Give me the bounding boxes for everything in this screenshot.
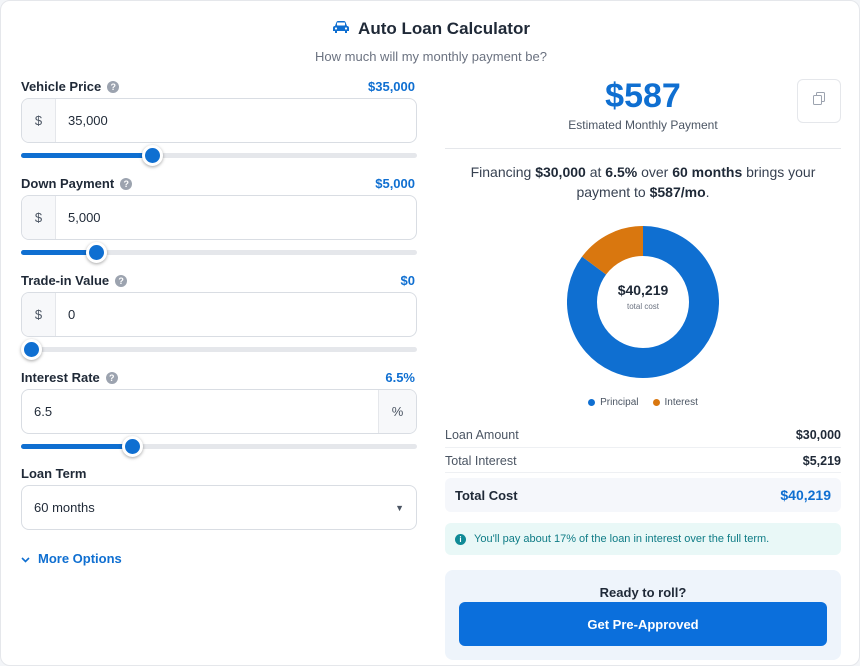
loan-amount-row: Loan Amount $30,000: [445, 428, 841, 442]
row-divider: [445, 472, 841, 473]
total-interest-row: Total Interest $5,219: [445, 454, 841, 468]
copy-button[interactable]: [797, 79, 841, 123]
cta-panel: Ready to roll? Get Pre-Approved: [445, 570, 841, 660]
slider-thumb[interactable]: [121, 436, 143, 457]
loan-amount-value: $30,000: [795, 428, 841, 442]
page-title: Auto Loan Calculator: [358, 19, 530, 38]
cost-donut-chart: $40,219 total cost: [567, 226, 719, 378]
summary-text: .: [705, 184, 710, 200]
trade-in-label-text: Trade-in Value: [21, 273, 110, 288]
slider-thumb[interactable]: [141, 145, 163, 166]
interest-rate-label-text: Interest Rate: [21, 370, 100, 385]
donut-slice-interest: [582, 226, 644, 276]
interest-rate-slider[interactable]: [21, 436, 417, 457]
total-cost-row: Total Cost $40,219: [445, 478, 841, 512]
chevron-down-icon: [21, 551, 30, 566]
more-options-toggle[interactable]: More Options: [21, 551, 122, 566]
help-icon[interactable]: ?: [120, 177, 133, 190]
trade-in-label: Trade-in Value ?: [21, 273, 128, 288]
slider-fill: [21, 153, 152, 158]
total-interest-value: $5,219: [802, 454, 841, 468]
total-cost-value: $40,219: [780, 487, 831, 503]
loan-term-select[interactable]: 60 months ▼: [21, 485, 417, 530]
summary-text: Financing: [470, 164, 536, 180]
donut-sub-label: total cost: [626, 302, 659, 311]
summary-payment: $587/mo: [649, 184, 706, 200]
help-icon[interactable]: ?: [107, 80, 120, 93]
vehicle-price-label-text: Vehicle Price: [21, 79, 102, 94]
header: Auto Loan Calculator How much will my mo…: [1, 19, 860, 64]
legend-label: Principal: [600, 397, 639, 408]
row-divider: [445, 447, 841, 448]
legend-item-interest: Interest: [652, 397, 698, 408]
interest-info-banner: i You'll pay about 17% of the loan in in…: [445, 523, 841, 555]
trade-in-slider[interactable]: [21, 339, 417, 360]
slider-thumb[interactable]: [86, 242, 108, 263]
total-interest-label: Total Interest: [445, 454, 517, 468]
summary-text: over: [637, 164, 673, 180]
summary-rate: 6.5%: [605, 164, 638, 180]
slider-fill: [21, 250, 97, 255]
calculator-card: Auto Loan Calculator How much will my mo…: [0, 0, 860, 666]
monthly-payment-caption: Estimated Monthly Payment: [568, 118, 718, 132]
trade-in-input[interactable]: $ 0: [21, 292, 417, 337]
monthly-payment: $587: [605, 77, 681, 115]
loan-term-label: Loan Term: [21, 466, 87, 481]
interest-rate-value: 6.5%: [385, 370, 415, 385]
loan-term-label-text: Loan Term: [21, 466, 87, 481]
donut-total: $40,219: [617, 282, 669, 298]
vehicle-price-input[interactable]: $ 35,000: [21, 98, 417, 143]
info-icon: i: [455, 533, 466, 545]
get-pre-approved-button[interactable]: Get Pre-Approved: [459, 602, 827, 646]
summary-amount: $30,000: [535, 164, 586, 180]
trade-in-value: $0: [400, 273, 415, 288]
info-text: You'll pay about 17% of the loan in inte…: [474, 533, 770, 545]
caret-down-icon: ▼: [395, 502, 404, 513]
summary-term: 60 months: [672, 164, 743, 180]
down-payment-input-value[interactable]: 5,000: [56, 196, 416, 239]
divider: [445, 148, 841, 149]
down-payment-input[interactable]: $ 5,000: [21, 195, 417, 240]
financing-summary: Financing $30,000 at 6.5% over 60 months…: [457, 162, 829, 202]
trade-in-input-value[interactable]: 0: [56, 293, 416, 336]
vehicle-price-value: $35,000: [368, 79, 415, 94]
total-cost-label: Total Cost: [455, 487, 518, 503]
vehicle-price-input-value[interactable]: 35,000: [56, 99, 416, 142]
donut-center: $40,219 total cost: [567, 282, 719, 311]
slider-fill: [21, 444, 132, 449]
dollar-prefix: $: [22, 99, 56, 142]
down-payment-label: Down Payment ?: [21, 176, 133, 191]
help-icon[interactable]: ?: [115, 274, 128, 287]
percent-suffix: %: [378, 390, 416, 433]
interest-rate-input[interactable]: 6.5 %: [21, 389, 417, 434]
car-icon: [332, 20, 350, 39]
copy-icon: [813, 92, 825, 110]
legend-item-principal: Principal: [588, 397, 639, 408]
cta-title: Ready to roll?: [599, 585, 687, 600]
more-options-label: More Options: [38, 551, 122, 566]
page-subtitle: How much will my monthly payment be?: [315, 49, 547, 64]
down-payment-value: $5,000: [375, 176, 415, 191]
summary-text: at: [585, 164, 606, 180]
chart-legend: Principal Interest: [445, 397, 841, 408]
down-payment-label-text: Down Payment: [21, 176, 115, 191]
legend-dot: [588, 399, 596, 406]
loan-term-selected: 60 months: [34, 500, 95, 515]
vehicle-price-label: Vehicle Price ?: [21, 79, 120, 94]
loan-amount-label: Loan Amount: [445, 428, 519, 442]
help-icon[interactable]: ?: [105, 371, 118, 384]
vehicle-price-slider[interactable]: [21, 145, 417, 166]
interest-rate-label: Interest Rate ?: [21, 370, 118, 385]
interest-rate-input-value[interactable]: 6.5: [22, 390, 378, 433]
legend-label: Interest: [664, 397, 698, 408]
dollar-prefix: $: [22, 196, 56, 239]
dollar-prefix: $: [22, 293, 56, 336]
down-payment-slider[interactable]: [21, 242, 417, 263]
slider-thumb[interactable]: [21, 339, 42, 360]
legend-dot: [652, 399, 660, 406]
